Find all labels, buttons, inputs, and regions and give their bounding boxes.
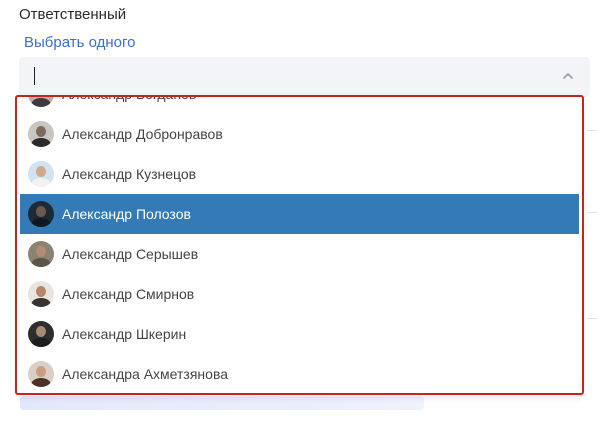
avatar — [28, 281, 54, 307]
option-label: Александр Смирнов — [62, 286, 195, 302]
avatar-head — [36, 246, 46, 257]
assignee-select[interactable] — [19, 57, 590, 97]
option-label: Александр Кузнецов — [62, 166, 197, 182]
background-divider — [587, 130, 597, 131]
avatar-head — [36, 206, 46, 217]
option-item[interactable]: Александр Серышев — [20, 234, 579, 274]
option-label: Александр Богданов — [62, 97, 196, 102]
option-item[interactable]: Александр Кузнецов — [20, 154, 579, 194]
avatar — [28, 161, 54, 187]
avatar-body — [31, 378, 51, 387]
chevron-up-icon[interactable] — [562, 71, 574, 81]
avatar-body — [31, 298, 51, 307]
option-item[interactable]: Александр Полозов — [20, 194, 579, 234]
avatar-head — [36, 286, 46, 297]
assignee-dropdown[interactable]: Александр Богданов Александр Добронравов А… — [15, 95, 584, 395]
field-label: Ответственный — [19, 6, 127, 23]
option-label: Александр Добронравов — [62, 126, 223, 142]
option-item[interactable]: Александр Смирнов — [20, 274, 579, 314]
avatar-body — [31, 338, 51, 347]
avatar — [28, 201, 54, 227]
option-item[interactable]: Александра Ахметзянова — [20, 354, 579, 393]
option-label: Александр Шкерин — [62, 326, 187, 342]
avatar — [28, 95, 54, 107]
option-label: Александр Полозов — [62, 206, 191, 222]
select-one-link[interactable]: Выбрать одного — [24, 34, 135, 51]
option-item[interactable]: Александр Добронравов — [20, 114, 579, 154]
option-list: Александр Богданов Александр Добронравов А… — [20, 95, 579, 393]
avatar-body — [31, 178, 51, 187]
avatar — [28, 121, 54, 147]
option-item[interactable]: Александр Шкерин — [20, 314, 579, 354]
background-divider — [587, 212, 597, 213]
avatar-head — [36, 366, 46, 377]
avatar-head — [36, 126, 46, 137]
option-label: Александр Серышев — [62, 246, 199, 262]
avatar — [28, 361, 54, 387]
dropdown-scrollbar[interactable] — [578, 97, 582, 393]
avatar-head — [36, 166, 46, 177]
background-divider — [587, 318, 597, 319]
avatar-head — [36, 95, 46, 97]
avatar-body — [31, 98, 51, 107]
background-blurred-text — [20, 396, 424, 410]
avatar-body — [31, 138, 51, 147]
avatar — [28, 321, 54, 347]
option-item[interactable]: Александр Богданов — [20, 95, 579, 114]
avatar-body — [31, 218, 51, 227]
avatar-body — [31, 258, 51, 267]
assignee-search-input[interactable] — [32, 67, 516, 89]
avatar-head — [36, 326, 46, 337]
option-label: Александра Ахметзянова — [62, 366, 229, 382]
avatar — [28, 241, 54, 267]
